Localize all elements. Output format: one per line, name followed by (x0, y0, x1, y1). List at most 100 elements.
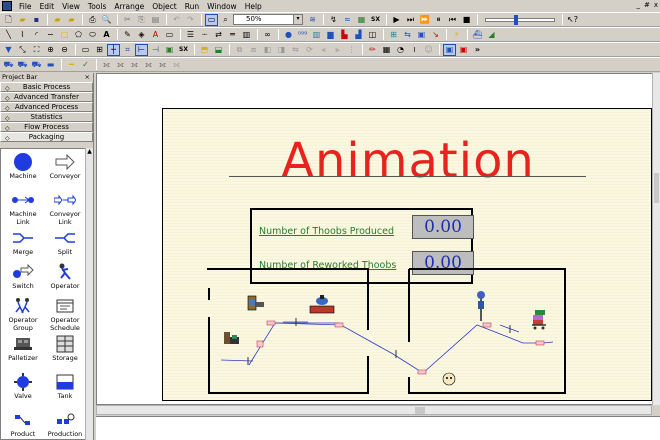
menu-object[interactable]: Object (148, 2, 180, 11)
bring-front-icon[interactable]: ◧ (261, 44, 274, 56)
line-width-icon[interactable]: ☰ (184, 29, 197, 41)
split-screen-icon[interactable]: ▭ (79, 44, 92, 56)
flip-icon[interactable]: ⇋ (289, 44, 302, 56)
menu-help[interactable]: Help (241, 2, 266, 11)
window-bg-color-icon[interactable]: ▭ (163, 29, 176, 41)
minimize-button[interactable]: _ (636, 1, 640, 9)
check-icon[interactable]: ✓ (79, 59, 92, 71)
animate-icon[interactable]: ▦ (355, 14, 368, 26)
line-icon[interactable]: ╲ (2, 29, 15, 41)
fill-pattern-icon[interactable]: ▥ (240, 29, 253, 41)
new-icon[interactable]: 🗋 (2, 14, 15, 26)
module-conveyor-link[interactable]: Conveyor Link (44, 189, 85, 226)
route-icon[interactable]: ⛟ (16, 59, 29, 71)
flow-icon[interactable]: ⟗ (142, 59, 155, 71)
restore-button[interactable]: # (644, 1, 650, 9)
transfer-icon[interactable]: ⛟ (2, 59, 15, 71)
module-operator-group[interactable]: Operator Group (2, 295, 44, 332)
signal-icon[interactable]: ≀ (408, 44, 421, 56)
group-icon[interactable]: ⧉ (233, 44, 246, 56)
polygon-icon[interactable]: ⬠ (72, 29, 85, 41)
model-canvas[interactable]: Animation Number of Thoobs Produced 0.00… (96, 73, 660, 405)
line-pattern-icon[interactable]: ═ (226, 29, 239, 41)
align-top-icon[interactable]: ⬒ (198, 44, 211, 56)
palette-scrollbar[interactable]: ▲ (85, 148, 93, 440)
calendar-icon[interactable]: ▦ (380, 44, 393, 56)
convey-icon[interactable]: ⛟ (30, 59, 43, 71)
category-packaging[interactable]: ◇ Packaging (0, 132, 93, 142)
network-icon[interactable]: ⟗ (100, 59, 113, 71)
scale-icon[interactable]: ⤡ (16, 44, 29, 56)
queue-icon[interactable]: ∞ (261, 29, 274, 41)
module-production[interactable]: Production (44, 409, 85, 439)
redo-icon[interactable]: ↷ (184, 14, 197, 26)
menu-edit[interactable]: Edit (36, 2, 59, 11)
fit-icon[interactable]: ⛶ (30, 44, 43, 56)
canvas-vertical-scrollbar[interactable] (652, 73, 660, 405)
graph-icon[interactable]: ◔ (394, 44, 407, 56)
category-flow-process[interactable]: ◇ Flow Process (0, 122, 93, 132)
fill-color-icon[interactable]: ◈ (135, 29, 148, 41)
category-advanced-transfer[interactable]: ◇ Advanced Transfer (0, 92, 93, 102)
hscroll-thumb[interactable] (415, 407, 425, 414)
view-all-icon[interactable]: ▭ (205, 13, 218, 26)
zoom-icon[interactable]: ⌕ (219, 14, 232, 26)
module-machine[interactable]: Machine (2, 151, 44, 181)
align-right-icon[interactable]: ⫸ (331, 44, 344, 56)
clock-icon[interactable]: ⁰⁹⁹ (296, 29, 309, 41)
ellipse-icon[interactable]: ⬭ (86, 29, 99, 41)
regulator-icon[interactable]: ⟗ (170, 59, 183, 71)
histogram-icon[interactable]: ▙ (338, 29, 351, 41)
path-icon[interactable]: ▬ (44, 59, 57, 71)
run-go-icon[interactable]: ▶ (390, 14, 403, 26)
menu-window[interactable]: Window (203, 2, 241, 11)
sx-icon[interactable]: SX (177, 44, 190, 56)
monitor-icon[interactable]: ☺ (422, 44, 435, 56)
end-icon[interactable]: ■ (460, 14, 473, 26)
rotate-icon[interactable]: ⟳ (303, 44, 316, 56)
category-statistics[interactable]: ◇ Statistics (0, 112, 93, 122)
category-basic-process[interactable]: ◇ Basic Process (0, 82, 93, 92)
layers-icon[interactable]: ≋ (306, 14, 319, 26)
send-back-icon[interactable]: ◨ (275, 44, 288, 56)
module-product[interactable]: Product (2, 409, 44, 439)
menu-view[interactable]: View (58, 2, 84, 11)
module-palletizer[interactable]: Palletizer (2, 333, 44, 363)
category-advanced-process[interactable]: ◇ Advanced Process (0, 102, 93, 112)
tank-link-icon[interactable]: ⟗ (156, 59, 169, 71)
segment-icon[interactable]: ◢ (485, 29, 498, 41)
speed-icon[interactable]: SX (369, 14, 382, 26)
plot-icon[interactable]: ▟ (352, 29, 365, 41)
seize-icon[interactable]: ↘ (429, 29, 442, 41)
pin-icon[interactable]: ▼ (2, 44, 15, 56)
more-icon[interactable]: » (471, 44, 484, 56)
variable-icon[interactable]: ● (282, 29, 295, 41)
text-color-icon[interactable]: A (149, 29, 162, 41)
paste-icon[interactable]: ▤ (149, 14, 162, 26)
module-storage[interactable]: Storage (44, 333, 85, 363)
start-over-icon[interactable]: ⏮ (446, 14, 459, 26)
line-style-icon[interactable]: ┄ (198, 29, 211, 41)
align-bottom-icon[interactable]: ⬓ (212, 44, 225, 56)
fast-forward-icon[interactable]: ⏩ (418, 14, 431, 26)
chevron-down-icon[interactable]: ▾ (293, 15, 302, 24)
save-icon[interactable]: ▪ (30, 14, 43, 26)
zoom-select[interactable]: 50% ▾ (233, 14, 303, 25)
copy-icon[interactable]: ⎘ (135, 14, 148, 26)
step-icon[interactable]: ⏭ (404, 14, 417, 26)
rulers-icon[interactable]: ⊢ (135, 43, 148, 56)
line-color-icon[interactable]: ✎ (121, 29, 134, 41)
module-operator-schedule[interactable]: Operator Schedule (44, 295, 85, 332)
brush-icon[interactable]: ✏ (366, 44, 379, 56)
storage-anim-icon[interactable]: ▣ (415, 29, 428, 41)
grid-icon[interactable]: ⊞ (93, 44, 106, 56)
animation-speed-slider[interactable] (485, 14, 555, 25)
template-detach-icon[interactable]: ▰ (65, 14, 78, 26)
context-help-icon[interactable]: ↖? (566, 14, 579, 26)
menu-tools[interactable]: Tools (84, 2, 110, 11)
scroll-up-icon[interactable]: ▲ (86, 148, 93, 156)
print-icon[interactable]: ⎙ (86, 14, 99, 26)
zoom-in-icon[interactable]: ⊕ (44, 44, 57, 56)
zoom-out-icon[interactable]: ⊖ (58, 44, 71, 56)
glue-icon[interactable]: ▣ (163, 44, 176, 56)
